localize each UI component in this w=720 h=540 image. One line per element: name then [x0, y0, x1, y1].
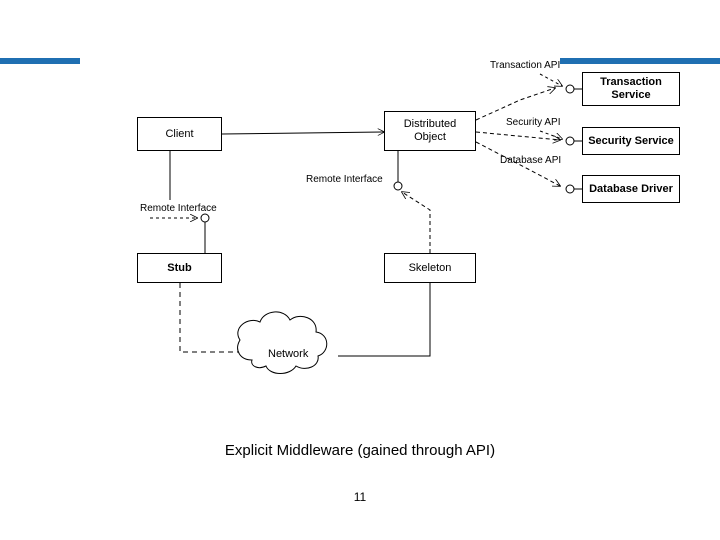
label-remote-interface-left: Remote Interface [140, 203, 217, 214]
box-transaction-service-label: Transaction Service [600, 76, 662, 101]
box-database-driver: Database Driver [582, 175, 680, 203]
box-transaction-service: Transaction Service [582, 72, 680, 106]
box-client-label: Client [165, 128, 193, 141]
page-number: 11 [0, 490, 720, 504]
accent-bar-left [0, 58, 80, 64]
label-database-api: Database API [500, 155, 561, 166]
label-remote-interface-top: Remote Interface [306, 174, 383, 185]
box-database-driver-label: Database Driver [589, 183, 673, 196]
box-distributed-object-label: Distributed Object [404, 118, 457, 143]
accent-bar-right [560, 58, 720, 64]
box-security-service: Security Service [582, 127, 680, 155]
box-security-service-label: Security Service [588, 135, 674, 148]
box-skeleton: Skeleton [384, 253, 476, 283]
label-transaction-api: Transaction API [490, 60, 560, 71]
cloud-network [238, 312, 327, 374]
box-client: Client [137, 117, 222, 151]
box-skeleton-label: Skeleton [409, 262, 452, 275]
box-stub-label: Stub [167, 262, 191, 275]
label-security-api: Security API [506, 117, 560, 128]
cloud-network-label: Network [268, 348, 308, 360]
diagram-caption: Explicit Middleware (gained through API) [0, 442, 720, 459]
box-stub: Stub [137, 253, 222, 283]
box-distributed-object: Distributed Object [384, 111, 476, 151]
